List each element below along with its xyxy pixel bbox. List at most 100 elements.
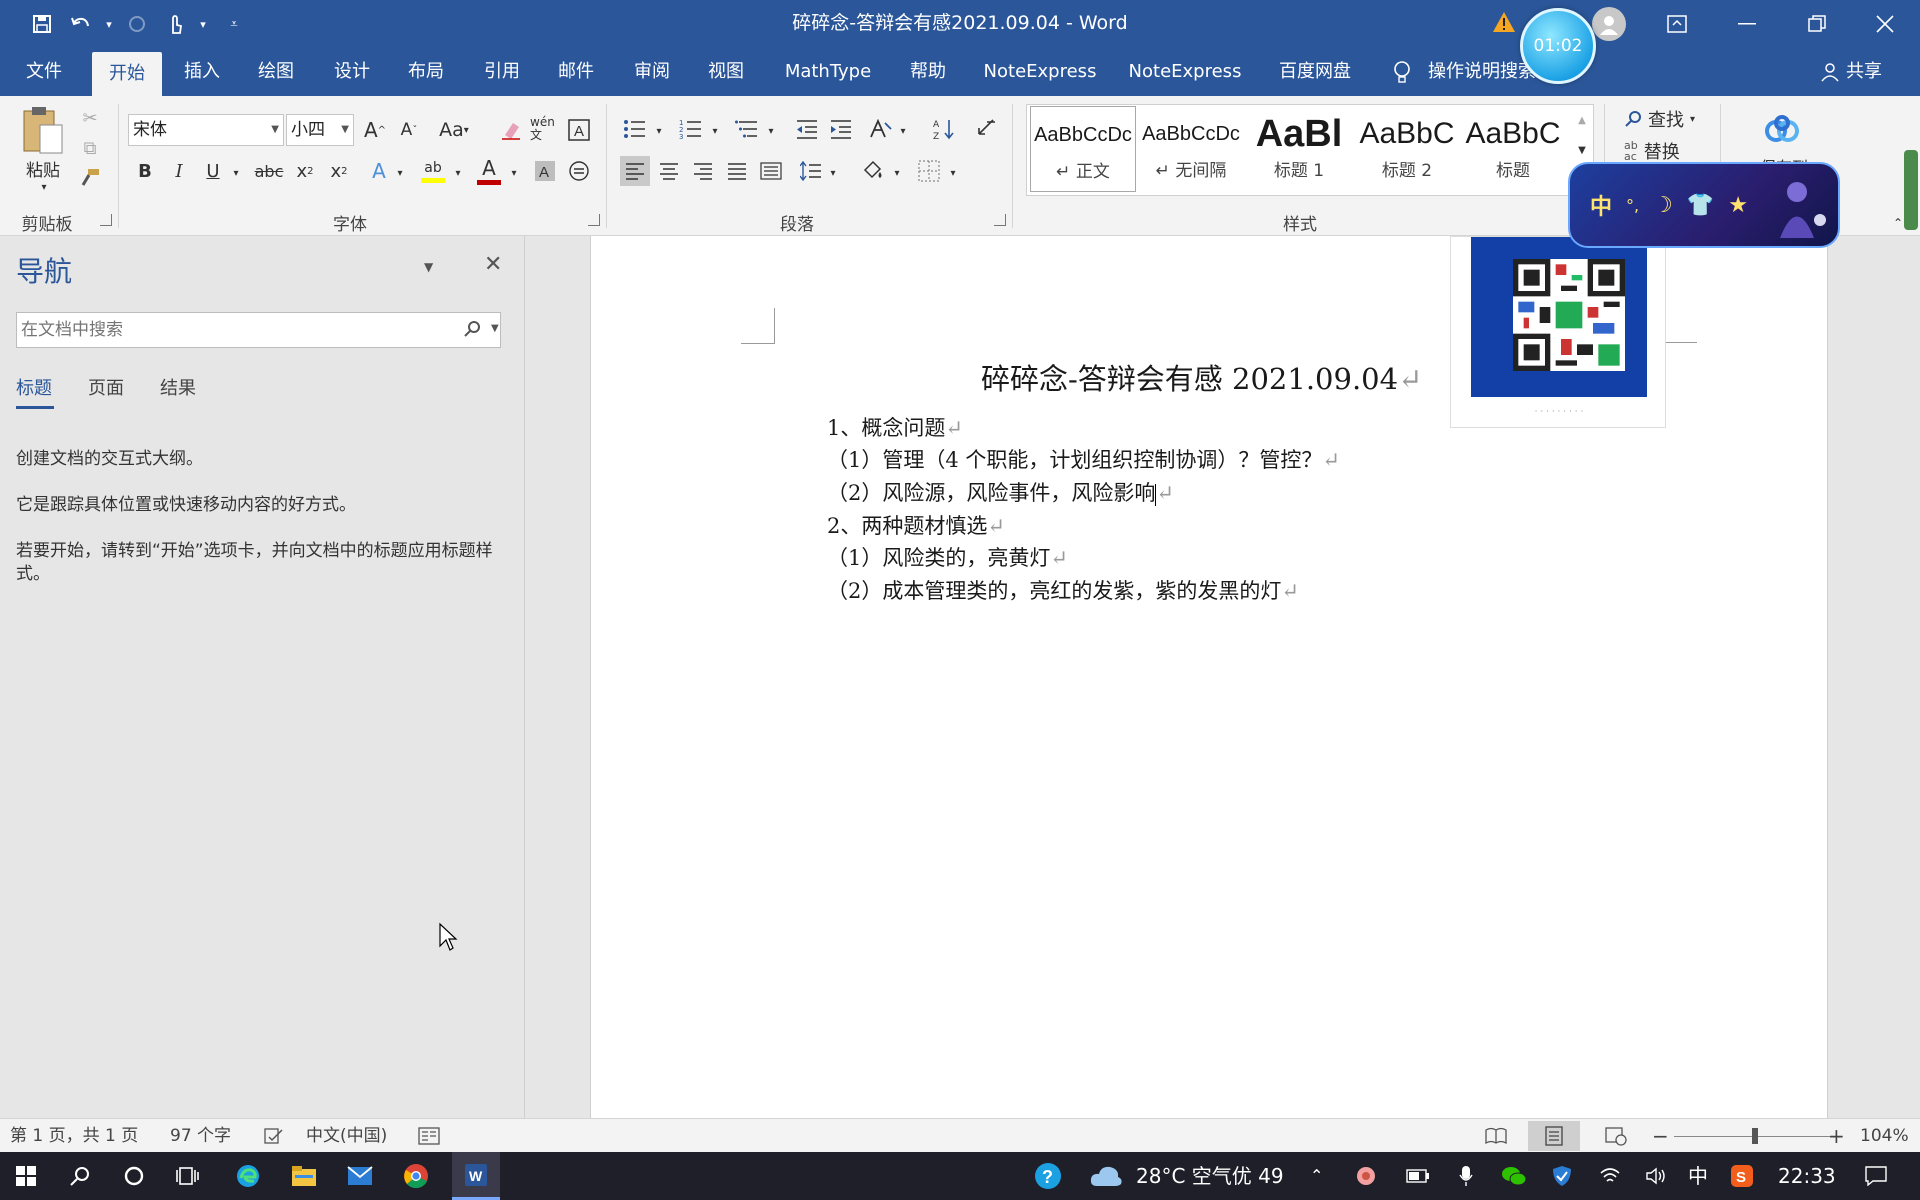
doc-line-2[interactable]: （1）管理（4 个职能，计划组织控制协调）？管控？↵ — [827, 444, 1340, 474]
cut-icon[interactable]: ✂ — [78, 106, 102, 130]
avatar[interactable] — [1592, 7, 1626, 41]
punctuation-icon[interactable]: °, — [1626, 196, 1639, 215]
zoom-level[interactable]: 104% — [1860, 1119, 1909, 1153]
show-hidden-icons-chevron-icon[interactable]: ⌃ — [1310, 1152, 1323, 1200]
nav-search-input[interactable] — [17, 313, 437, 347]
share-button[interactable]: 共享 — [1820, 48, 1882, 96]
nav-search-box[interactable]: ▼ — [16, 312, 501, 348]
multilevel-list-icon[interactable] — [732, 114, 762, 144]
align-left-button[interactable] — [620, 156, 650, 186]
nav-options-chevron-icon[interactable]: ▼ — [424, 260, 433, 274]
tab-mathtype[interactable]: MathType — [772, 48, 884, 96]
battery-icon[interactable] — [1398, 1152, 1438, 1200]
side-widget[interactable] — [1904, 150, 1918, 230]
ime-mode-label[interactable]: 中 — [1590, 189, 1612, 221]
style-no-spacing[interactable]: AaBbCcDc ↵ 无间隔 — [1138, 106, 1244, 192]
nav-tab-headings[interactable]: 标题 — [16, 374, 52, 400]
help-icon[interactable]: ? — [1024, 1152, 1072, 1200]
shading-icon[interactable] — [858, 154, 888, 186]
zoom-slider-thumb[interactable] — [1751, 1128, 1758, 1144]
line-spacing-icon[interactable] — [796, 156, 826, 186]
font-launcher-icon[interactable] — [588, 214, 600, 226]
weather-text[interactable]: 28°C 空气优 49 — [1136, 1152, 1284, 1200]
ime-indicator[interactable]: 中 — [1688, 1152, 1708, 1200]
font-color-icon[interactable]: A — [474, 152, 504, 188]
chinese-layout-icon[interactable] — [866, 114, 896, 144]
decrease-indent-icon[interactable] — [792, 114, 822, 144]
show-marks-icon[interactable] — [970, 114, 1000, 144]
touch-dropdown-icon[interactable]: ▾ — [194, 0, 212, 48]
restore-icon[interactable] — [1782, 0, 1852, 48]
superscript-button[interactable]: x2 — [324, 156, 354, 186]
text-effects-icon[interactable]: A — [364, 156, 394, 186]
style-heading-1[interactable]: AaBl 标题 1 — [1246, 106, 1352, 192]
clock-time[interactable]: 22:33 — [1778, 1152, 1836, 1200]
volume-icon[interactable] — [1636, 1152, 1676, 1200]
find-button[interactable]: 查找 ▾ — [1624, 104, 1708, 134]
underline-dropdown-icon[interactable]: ▾ — [228, 158, 244, 188]
tray-app-icon[interactable] — [1346, 1152, 1386, 1200]
customize-qat-icon[interactable]: ⩡ — [212, 0, 256, 48]
increase-indent-icon[interactable] — [826, 114, 856, 144]
file-explorer-icon[interactable] — [280, 1152, 328, 1200]
font-color-dropdown-icon[interactable]: ▾ — [506, 158, 522, 188]
distributed-button[interactable] — [756, 156, 786, 186]
bullets-dropdown-icon[interactable]: ▾ — [652, 116, 666, 146]
wifi-icon[interactable] — [1590, 1152, 1630, 1200]
page-count[interactable]: 第 1 页，共 1 页 — [10, 1119, 138, 1153]
style-normal[interactable]: AaBbCcDc ↵ 正文 — [1030, 106, 1136, 192]
tab-review[interactable]: 审阅 — [622, 48, 682, 96]
tab-mailings[interactable]: 邮件 — [546, 48, 606, 96]
line-spacing-dropdown-icon[interactable]: ▾ — [826, 158, 840, 188]
minimize-icon[interactable] — [1712, 0, 1782, 48]
tab-view[interactable]: 视图 — [696, 48, 756, 96]
borders-dropdown-icon[interactable]: ▾ — [946, 158, 960, 188]
wechat-icon[interactable] — [1494, 1152, 1534, 1200]
search-icon[interactable] — [56, 1152, 104, 1200]
word-app-icon[interactable]: W — [452, 1152, 500, 1200]
undo-dropdown-icon[interactable]: ▾ — [100, 0, 118, 48]
shrink-font-icon[interactable]: Aˇ — [394, 114, 424, 146]
style-heading-2[interactable]: AaBbC 标题 2 — [1354, 106, 1460, 192]
bold-button[interactable]: B — [130, 156, 160, 186]
tab-noteexpress-1[interactable]: NoteExpress — [978, 48, 1102, 96]
styles-scroll-up-icon[interactable]: ▲ — [1572, 106, 1592, 134]
doc-line-5[interactable]: （1）风险类的，亮黄灯↵ — [827, 542, 1068, 572]
tab-help[interactable]: 帮助 — [900, 48, 956, 96]
text-effects-dropdown-icon[interactable]: ▾ — [392, 158, 408, 188]
nav-tab-pages[interactable]: 页面 — [88, 374, 124, 400]
subscript-button[interactable]: x2 — [290, 156, 320, 186]
ime-toolbar[interactable]: 中 °, ☽ 👕 ★ — [1568, 162, 1840, 248]
italic-button[interactable]: I — [164, 156, 194, 186]
ribbon-display-options-icon[interactable] — [1642, 0, 1712, 48]
highlight-color-icon[interactable]: ab — [418, 154, 448, 188]
multilevel-dropdown-icon[interactable]: ▾ — [764, 116, 778, 146]
highlight-dropdown-icon[interactable]: ▾ — [450, 158, 466, 188]
search-options-chevron-icon[interactable]: ▼ — [491, 323, 499, 334]
start-windows-icon[interactable] — [2, 1152, 50, 1200]
edge-browser-icon[interactable] — [224, 1152, 272, 1200]
notification-center-icon[interactable] — [1852, 1152, 1900, 1200]
warning-icon[interactable] — [1492, 10, 1516, 34]
font-size-combo[interactable]: 小四 ▼ — [286, 114, 354, 146]
format-painter-icon[interactable] — [78, 166, 102, 190]
vertical-scrollbar[interactable] — [1900, 236, 1920, 1118]
web-layout-icon[interactable] — [1590, 1121, 1642, 1151]
clear-formatting-icon[interactable] — [496, 114, 526, 146]
phonetic-guide-button[interactable]: wén文 — [530, 112, 560, 146]
align-right-button[interactable] — [688, 156, 718, 186]
tab-home[interactable]: 开始 — [92, 52, 162, 96]
paste-button[interactable]: 粘贴 — [20, 156, 66, 181]
qr-code-popup[interactable]: · · · · · · · · · — [1450, 236, 1666, 428]
doc-line-3[interactable]: （2）风险源，风险事件，风险影响↵ — [827, 477, 1174, 507]
doc-line-4[interactable]: 2、两种题材慎选↵ — [827, 510, 1005, 540]
paste-icon[interactable] — [16, 102, 68, 156]
character-border-icon[interactable]: A — [564, 114, 594, 146]
skin-icon[interactable]: 👕 — [1687, 193, 1714, 218]
weather-cloud-icon[interactable] — [1082, 1152, 1130, 1200]
justify-button[interactable] — [722, 156, 752, 186]
numbering-icon[interactable]: 123 — [676, 114, 706, 144]
proofing-icon[interactable] — [264, 1119, 284, 1153]
tab-baidu-netdisk[interactable]: 百度网盘 — [1270, 48, 1360, 96]
redo-icon[interactable] — [118, 0, 156, 48]
